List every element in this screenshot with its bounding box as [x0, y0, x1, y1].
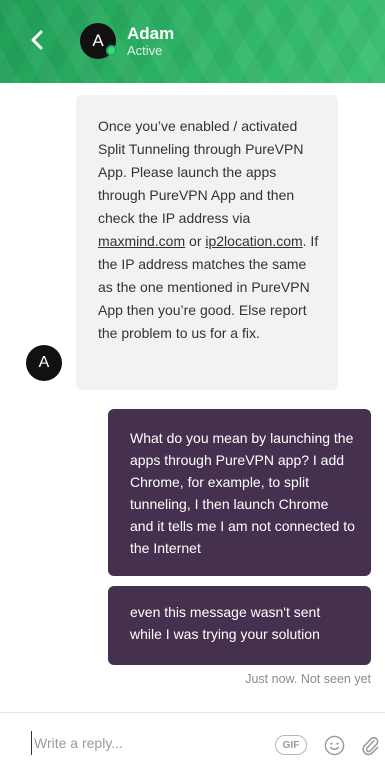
outgoing-message: even this message wasn't sent while I wa…: [108, 586, 371, 665]
online-status-dot: [106, 45, 117, 56]
agent-avatar: A: [26, 345, 62, 381]
agent-name: Adam: [127, 24, 175, 43]
maxmind-link[interactable]: maxmind.com: [98, 233, 185, 249]
incoming-message: Once you’ve enabled / activated Split Tu…: [76, 95, 338, 390]
agent-status: Active: [127, 43, 163, 58]
chat-header: A Adam Active: [0, 0, 385, 83]
message-text: . If the IP address matches the same as …: [98, 233, 319, 341]
paperclip-icon[interactable]: [360, 734, 380, 757]
outgoing-message: What do you mean by launching the apps t…: [108, 409, 371, 576]
reply-input[interactable]: [31, 731, 261, 755]
emoji-icon[interactable]: [324, 735, 345, 756]
message-text: or: [185, 233, 206, 249]
back-button[interactable]: [22, 25, 52, 55]
message-composer: GIF: [0, 712, 385, 774]
header-pattern: [0, 0, 385, 83]
message-text: Once you’ve enabled / activated Split Tu…: [98, 118, 304, 226]
gif-button[interactable]: GIF: [275, 735, 307, 755]
read-receipt: Just now. Not seen yet: [245, 672, 371, 686]
chevron-left-icon: [31, 30, 43, 50]
ip2location-link[interactable]: ip2location.com: [205, 233, 302, 249]
